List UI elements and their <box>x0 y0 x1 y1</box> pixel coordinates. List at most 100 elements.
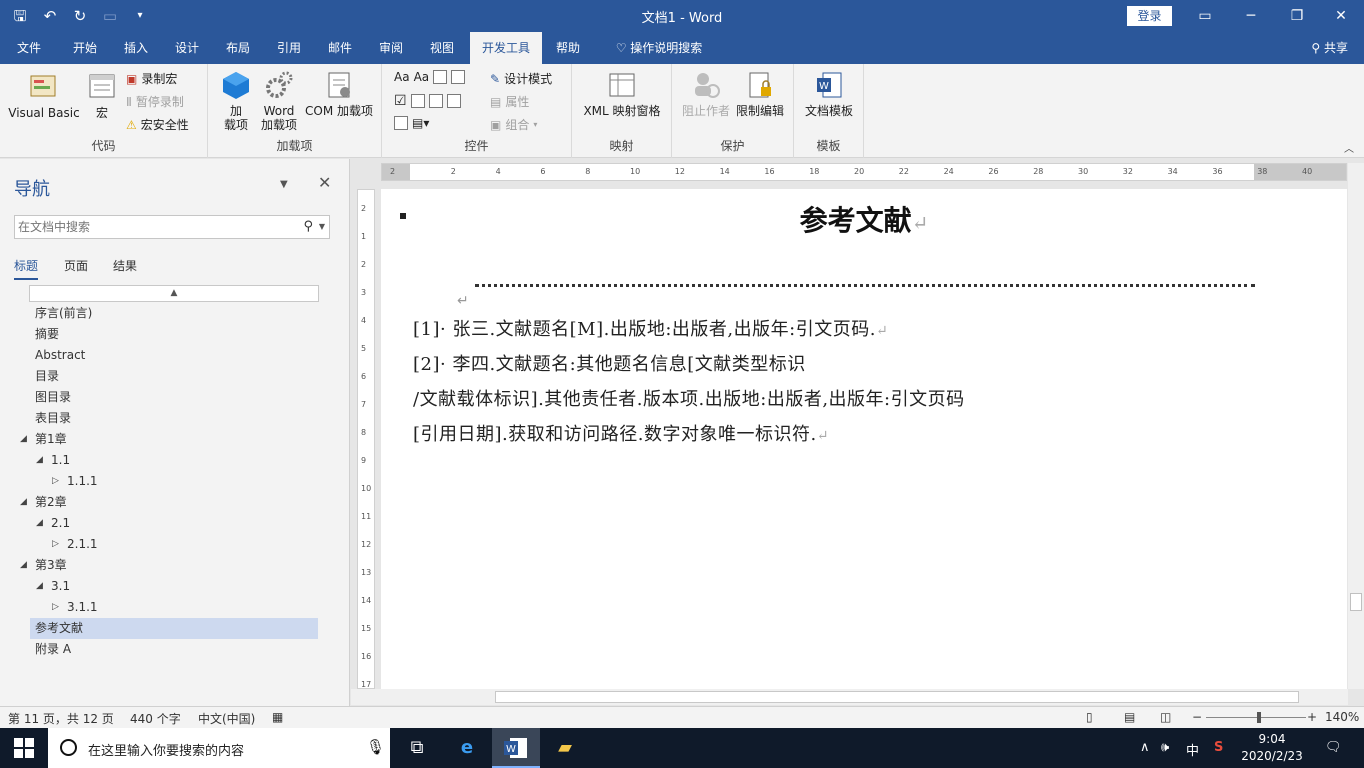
collapse-triangle-icon[interactable]: ◢ <box>36 513 43 534</box>
rich-text-control-icon[interactable]: Aa <box>394 70 410 84</box>
tab-mailings[interactable]: 邮件 <box>317 32 363 64</box>
nav-search-input[interactable] <box>15 216 285 238</box>
design-mode-button[interactable]: ✎ 设计模式 <box>490 70 552 87</box>
nav-heading-abstract-cn[interactable]: 摘要 <box>35 324 59 345</box>
restrict-editing-button[interactable]: 限制编辑 <box>734 70 786 118</box>
zoom-in-icon[interactable]: + <box>1307 710 1317 724</box>
references-heading[interactable]: 参考文献↵ <box>381 199 1347 239</box>
pane-options-icon[interactable]: ▼ <box>280 179 288 190</box>
sogou-input-icon[interactable]: S <box>1214 740 1223 755</box>
web-layout-icon[interactable]: ◫ <box>1160 710 1171 724</box>
ribbon-display-options-icon[interactable]: ▭ <box>1182 0 1228 32</box>
picture-control-icon[interactable] <box>433 70 448 84</box>
nav-heading-contents[interactable]: 目录 <box>35 366 59 387</box>
read-mode-icon[interactable]: ▯ <box>1086 710 1093 724</box>
restore-button[interactable]: ❐ <box>1274 0 1320 32</box>
scroll-up-icon[interactable]: ▲ <box>29 285 319 302</box>
expand-triangle-icon[interactable]: ▷ <box>52 471 59 492</box>
nav-heading-appendix-a[interactable]: 附录 A <box>35 639 71 660</box>
nav-heading-2-1-1[interactable]: 2.1.1 <box>67 534 98 555</box>
repeating-section-icon[interactable] <box>394 116 408 130</box>
tray-chevron-up-icon[interactable]: ∧ <box>1140 740 1150 755</box>
collapse-triangle-icon[interactable]: ◢ <box>36 450 43 471</box>
properties-button[interactable]: ▤ 属性 <box>490 93 529 110</box>
tab-file[interactable]: 文件 <box>8 32 50 64</box>
nav-heading-tables[interactable]: 表目录 <box>35 408 71 429</box>
collapse-triangle-icon[interactable]: ◢ <box>20 429 27 450</box>
tab-insert[interactable]: 插入 <box>113 32 159 64</box>
tab-help[interactable]: 帮助 <box>546 32 590 64</box>
legacy-tools-icon[interactable]: ▤▾ <box>412 116 429 130</box>
vertical-scroll-thumb[interactable] <box>1350 593 1362 611</box>
horizontal-scrollbar[interactable] <box>351 689 1348 705</box>
record-macro-button[interactable]: ▣ 录制宏 <box>126 70 177 87</box>
word-count[interactable]: 440 个字 <box>130 710 181 727</box>
print-layout-icon[interactable]: ▤ <box>1124 710 1135 724</box>
taskbar-search-box[interactable]: 在这里输入你要搜索的内容 🎙 <box>48 728 390 768</box>
reference-line[interactable]: /文献载体标识].其他责任者.版本项.出版地:出版者,出版年:引文页码 <box>413 385 965 411</box>
nav-heading-2-1[interactable]: 2.1 <box>51 513 70 534</box>
zoom-level[interactable]: 140% <box>1325 710 1359 724</box>
expand-triangle-icon[interactable]: ▷ <box>52 534 59 555</box>
dropdown-control-icon[interactable] <box>428 94 443 108</box>
share-button[interactable]: ⚲ 共享 <box>1311 32 1348 64</box>
tab-view[interactable]: 视图 <box>419 32 465 64</box>
tab-review[interactable]: 审阅 <box>368 32 414 64</box>
microphone-icon[interactable]: 🎙 <box>366 738 385 756</box>
zoom-slider[interactable] <box>1206 717 1306 718</box>
nav-heading-preface[interactable]: 序言(前言) <box>35 303 92 324</box>
nav-heading-abstract[interactable]: Abstract <box>35 345 85 366</box>
macros-button[interactable]: 宏 <box>84 70 120 120</box>
close-pane-icon[interactable]: ✕ <box>318 173 331 192</box>
nav-heading-1-1-1[interactable]: 1.1.1 <box>67 471 98 492</box>
collapse-triangle-icon[interactable]: ◢ <box>20 555 27 576</box>
horizontal-scroll-thumb[interactable] <box>495 691 1299 703</box>
xml-mapping-pane-button[interactable]: XML 映射窗格 <box>578 70 666 118</box>
tab-home[interactable]: 开始 <box>62 32 108 64</box>
nav-heading-references[interactable]: 参考文献 <box>30 618 318 639</box>
word-addins-button[interactable]: Word 加载项 <box>258 70 300 132</box>
word-taskbar-icon[interactable]: W <box>492 728 540 768</box>
macro-recording-icon[interactable]: ▦ <box>272 710 283 724</box>
volume-icon[interactable]: 🕪 <box>1161 740 1169 755</box>
search-icon[interactable]: ⚲ <box>303 219 313 234</box>
macro-security-button[interactable]: ⚠ 宏安全性 <box>126 116 189 133</box>
nav-tab-results[interactable]: 结果 <box>113 257 137 274</box>
collapse-triangle-icon[interactable]: ◢ <box>20 492 27 513</box>
horizontal-ruler[interactable]: 2 2 4 6 8 10 12 14 16 18 20 22 24 26 28 30 32 34 36 38 40 <box>381 163 1347 181</box>
reference-line[interactable]: [2]· 李四.文献题名:其他题名信息[文献类型标识 <box>413 350 806 376</box>
addins-button[interactable]: 加 载项 <box>218 70 254 132</box>
system-clock[interactable]: 9:04 2020/2/23 <box>1238 731 1306 765</box>
nav-heading-chapter-2[interactable]: 第2章 <box>35 492 67 513</box>
language-indicator[interactable]: 中文(中国) <box>198 710 255 727</box>
ime-indicator[interactable]: 中 <box>1186 740 1199 759</box>
reference-line[interactable]: [引用日期].获取和访问路径.数字对象唯一标识符.↵ <box>413 420 829 446</box>
nav-heading-chapter-3[interactable]: 第3章 <box>35 555 67 576</box>
pause-record-button[interactable]: Ⅱ 暂停录制 <box>126 93 184 110</box>
nav-heading-1-1[interactable]: 1.1 <box>51 450 70 471</box>
group-button[interactable]: ▣ 组合 ▾ <box>490 116 537 133</box>
vertical-ruler[interactable]: 2 1 2 3 4 5 6 7 8 9 10 11 12 13 14 15 16 17 <box>357 189 375 689</box>
block-authors-button[interactable]: 阻止作者 <box>680 70 732 118</box>
nav-tab-pages[interactable]: 页面 <box>64 257 88 274</box>
combo-box-control-icon[interactable] <box>410 94 425 108</box>
tab-layout[interactable]: 布局 <box>215 32 261 64</box>
expand-triangle-icon[interactable]: ▷ <box>52 597 59 618</box>
tab-references[interactable]: 引用 <box>266 32 312 64</box>
reference-line[interactable]: [1]· 张三.文献题名[M].出版地:出版者,出版年:引文页码.↵ <box>413 315 888 341</box>
minimize-button[interactable]: ─ <box>1228 0 1274 32</box>
building-block-control-icon[interactable] <box>451 70 466 84</box>
visual-basic-button[interactable]: Visual Basic <box>8 70 80 120</box>
notifications-icon[interactable]: 🗨 <box>1325 740 1342 755</box>
checkbox-control-icon[interactable]: ☑ <box>394 93 407 109</box>
collapse-ribbon-icon[interactable]: ︿ <box>1344 140 1354 155</box>
nav-tab-headings[interactable]: 标题 <box>14 257 39 280</box>
close-button[interactable]: ✕ <box>1318 0 1364 32</box>
task-view-icon[interactable]: ⧉ <box>393 728 441 768</box>
login-button[interactable]: 登录 <box>1127 6 1172 26</box>
zoom-out-icon[interactable]: − <box>1192 710 1202 724</box>
windows-start-icon[interactable] <box>14 738 34 758</box>
date-picker-control-icon[interactable] <box>446 94 461 108</box>
tab-tell-me[interactable]: ♡ 操作说明搜索 <box>604 32 714 64</box>
edge-browser-icon[interactable]: e <box>443 728 491 768</box>
